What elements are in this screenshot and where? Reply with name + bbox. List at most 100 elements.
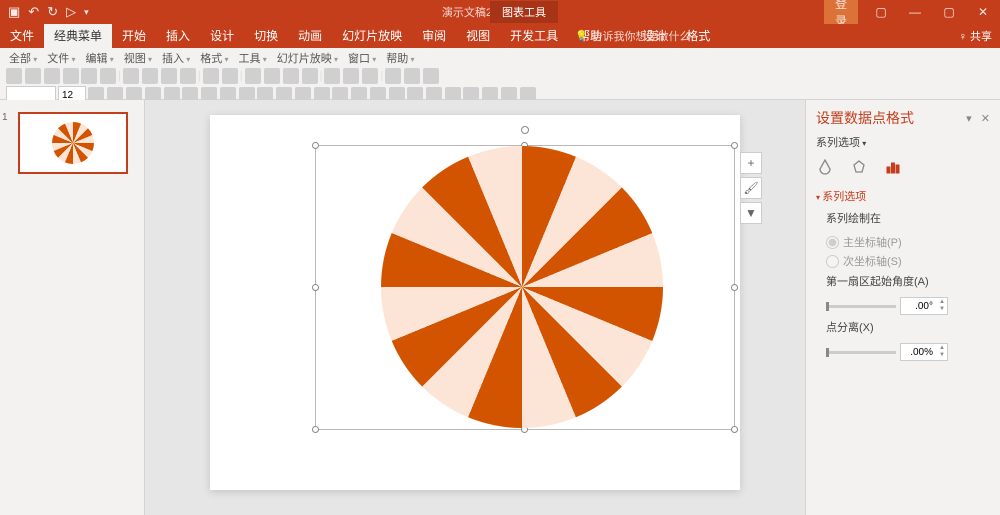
title-bar: ▣ ↶ ↻ ▷ ▾ 演示文稿2 - PowerPoint 图表工具 登录 ▢ —… [0, 0, 1000, 24]
tab-开始[interactable]: 开始 [112, 24, 156, 48]
format-painter-icon[interactable] [180, 68, 196, 84]
ribbon-tabs: 文件经典菜单开始插入设计切换动画幻灯片放映审阅视图开发工具帮助设计格式 告诉我你… [0, 24, 1000, 48]
chart-elements-button[interactable]: + [740, 152, 762, 174]
save-icon[interactable] [44, 68, 60, 84]
pie-chart[interactable] [381, 146, 663, 428]
classic-menu-文件[interactable]: 文件 [44, 50, 78, 66]
classic-menu-bar: 全部文件编辑视图插入格式工具幻灯片放映窗口帮助 [6, 50, 418, 66]
ribbon-body: 全部文件编辑视图插入格式工具幻灯片放映窗口帮助 | | | | | [0, 48, 1000, 100]
textbox-icon[interactable] [324, 68, 340, 84]
series-drawn-on-label: 系列绘制在 [826, 210, 990, 226]
tab-动画[interactable]: 动画 [288, 24, 332, 48]
preview-icon[interactable] [81, 68, 97, 84]
equation-icon[interactable] [362, 68, 378, 84]
classic-menu-插入[interactable]: 插入 [159, 50, 193, 66]
resize-handle-mr[interactable] [731, 284, 738, 291]
print-icon[interactable] [63, 68, 79, 84]
angle-slider[interactable] [826, 305, 896, 308]
tab-设计[interactable]: 设计 [200, 24, 244, 48]
tell-me-search[interactable]: 告诉我你想要做什么 [575, 28, 690, 44]
resize-handle-br[interactable] [731, 426, 738, 433]
primary-axis-radio: 主坐标轴(P) [826, 234, 990, 250]
redo2-icon[interactable] [222, 68, 238, 84]
effects-icon[interactable] [850, 158, 868, 176]
resize-handle-bl[interactable] [312, 426, 319, 433]
classic-menu-格式[interactable]: 格式 [197, 50, 231, 66]
pane-options-icon[interactable]: ▾ ✕ [966, 112, 990, 125]
main-area: 1 + 🖌 ▼ [0, 100, 1000, 515]
copy-icon[interactable] [142, 68, 158, 84]
chart-tools-context: 图表工具 [490, 1, 558, 23]
toolbar-group-clipboard [81, 68, 116, 84]
help-icon[interactable] [423, 68, 439, 84]
series-options-icon[interactable] [884, 158, 902, 176]
fill-line-icon[interactable] [816, 158, 834, 176]
tab-文件[interactable]: 文件 [0, 24, 44, 48]
classic-menu-工具[interactable]: 工具 [236, 50, 270, 66]
classic-menu-编辑[interactable]: 编辑 [83, 50, 117, 66]
maximize-icon[interactable]: ▢ [932, 5, 966, 19]
email-icon[interactable] [100, 68, 116, 84]
angle-spin-down[interactable]: ▼ [939, 306, 945, 313]
tab-切换[interactable]: 切换 [244, 24, 288, 48]
share-button[interactable]: ♀ 共享 [959, 28, 992, 44]
symbol-icon[interactable] [343, 68, 359, 84]
find-icon[interactable] [404, 68, 420, 84]
first-slice-angle-label: 第一扇区起始角度(A) [826, 273, 990, 289]
explosion-spin-down[interactable]: ▼ [939, 352, 945, 359]
undo-icon[interactable]: ↶ [28, 4, 39, 20]
classic-menu-窗口[interactable]: 窗口 [345, 50, 379, 66]
tab-幻灯片放映[interactable]: 幻灯片放映 [332, 24, 412, 48]
slide[interactable]: + 🖌 ▼ [210, 115, 740, 490]
tab-开发工具[interactable]: 开发工具 [500, 24, 568, 48]
chart-filters-button[interactable]: ▼ [740, 202, 762, 224]
minimize-icon[interactable]: — [898, 5, 932, 19]
tab-审阅[interactable]: 审阅 [412, 24, 456, 48]
rotate-handle[interactable] [521, 126, 529, 134]
table-icon[interactable] [264, 68, 280, 84]
save-icon[interactable]: ▣ [8, 4, 20, 20]
toolbar-group-file [6, 68, 79, 84]
picture-icon[interactable] [302, 68, 318, 84]
tab-插入[interactable]: 插入 [156, 24, 200, 48]
point-explosion-label: 点分离(X) [826, 319, 990, 335]
explosion-spin-up[interactable]: ▲ [939, 345, 945, 352]
ribbon-display-icon[interactable]: ▢ [864, 5, 898, 19]
slide-thumbnail[interactable]: 1 [10, 112, 134, 174]
chart-selection[interactable]: + 🖌 ▼ [315, 145, 735, 430]
paste-icon[interactable] [161, 68, 177, 84]
undo2-icon[interactable] [203, 68, 219, 84]
pane-title: 设置数据点格式 [816, 108, 914, 128]
resize-handle-tl[interactable] [312, 142, 319, 149]
classic-menu-帮助[interactable]: 帮助 [383, 50, 417, 66]
slide-number: 1 [2, 112, 8, 123]
close-icon[interactable]: ✕ [966, 5, 1000, 19]
series-options-dropdown[interactable]: 系列选项 [816, 134, 990, 150]
chart-styles-button[interactable]: 🖌 [740, 177, 762, 199]
start-from-beginning-icon[interactable]: ▷ [66, 4, 76, 20]
toolbar-group-edit [123, 68, 196, 84]
shapes-icon[interactable] [283, 68, 299, 84]
classic-menu-幻灯片放映[interactable]: 幻灯片放映 [274, 50, 341, 66]
format-data-point-pane: 设置数据点格式 ▾ ✕ 系列选项 系列选项 系列绘制在 主坐标轴(P) 次坐标轴… [805, 100, 1000, 515]
slide-canvas[interactable]: + 🖌 ▼ [145, 100, 805, 515]
secondary-axis-radio: 次坐标轴(S) [826, 253, 990, 269]
thumbnail-chart-preview [52, 122, 94, 164]
open-icon[interactable] [25, 68, 41, 84]
resize-handle-ml[interactable] [312, 284, 319, 291]
redo-icon[interactable]: ↻ [47, 4, 58, 20]
chart-icon[interactable] [245, 68, 261, 84]
angle-spin-up[interactable]: ▲ [939, 299, 945, 306]
classic-menu-全部[interactable]: 全部 [6, 50, 40, 66]
explosion-slider[interactable] [826, 351, 896, 354]
zoom-icon[interactable] [385, 68, 401, 84]
series-options-section[interactable]: 系列选项 [816, 188, 990, 204]
tab-视图[interactable]: 视图 [456, 24, 500, 48]
new-icon[interactable] [6, 68, 22, 84]
qat-more-icon[interactable]: ▾ [84, 7, 89, 18]
tab-经典菜单[interactable]: 经典菜单 [44, 24, 112, 48]
resize-handle-tr[interactable] [731, 142, 738, 149]
slide-thumbnail-panel: 1 [0, 100, 145, 515]
cut-icon[interactable] [123, 68, 139, 84]
classic-menu-视图[interactable]: 视图 [121, 50, 155, 66]
